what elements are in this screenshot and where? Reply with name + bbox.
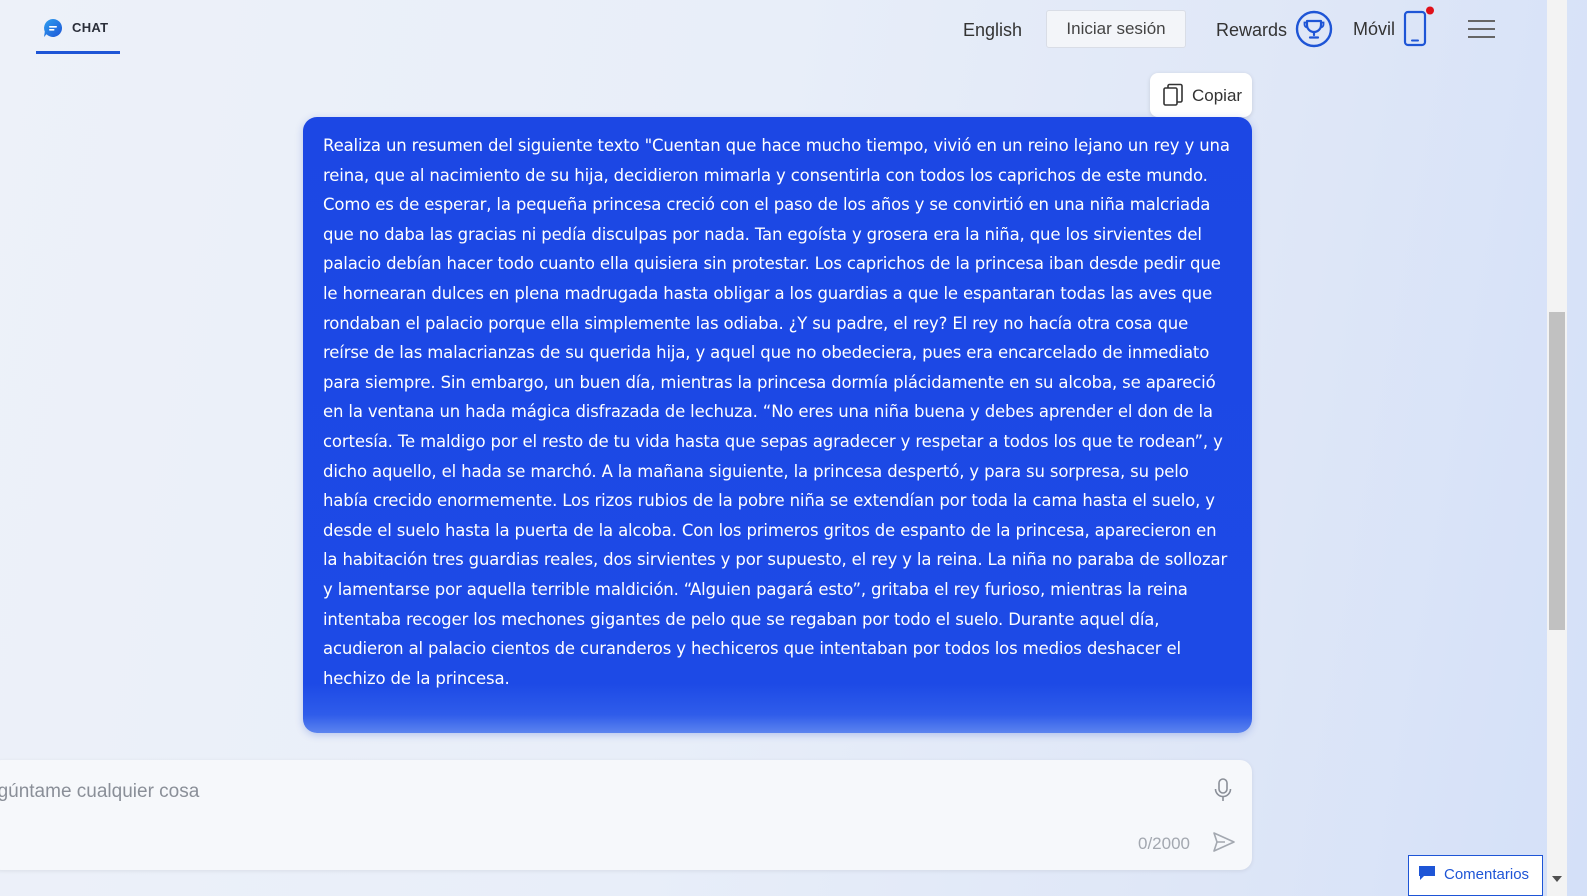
composer: 0/2000 [0, 760, 1252, 870]
trophy-icon[interactable] [1295, 10, 1333, 48]
rewards-link[interactable]: Rewards [1216, 20, 1287, 41]
login-button[interactable]: Iniciar sesión [1046, 10, 1186, 48]
microphone-icon[interactable] [1212, 777, 1234, 803]
send-icon[interactable] [1212, 830, 1236, 854]
notification-dot [1426, 6, 1434, 15]
mobile-link[interactable]: Móvil [1353, 19, 1395, 40]
hamburger-menu-icon[interactable] [1468, 18, 1496, 40]
chat-bubble-icon [44, 18, 63, 37]
copy-icon [1163, 83, 1183, 106]
language-link[interactable]: English [963, 20, 1022, 41]
scroll-down-arrow-icon[interactable] [1552, 876, 1562, 882]
copy-button[interactable]: Copiar [1150, 73, 1252, 117]
char-counter: 0/2000 [1138, 834, 1190, 853]
scrollbar-thumb[interactable] [1549, 312, 1565, 630]
user-message-bubble: Realiza un resumen del siguiente texto "… [303, 117, 1252, 733]
phone-icon[interactable] [1402, 6, 1436, 48]
scrollbar[interactable] [1547, 0, 1567, 896]
comment-icon [1419, 866, 1435, 880]
tab-chat-label: CHAT [72, 20, 109, 35]
tab-chat[interactable]: CHAT [36, 0, 120, 54]
message-text: Realiza un resumen del siguiente texto "… [323, 136, 1230, 688]
feedback-button[interactable]: Comentarios [1408, 855, 1543, 896]
message-input[interactable] [0, 778, 1170, 806]
copy-label: Copiar [1192, 86, 1243, 105]
feedback-label: Comentarios [1444, 866, 1530, 883]
